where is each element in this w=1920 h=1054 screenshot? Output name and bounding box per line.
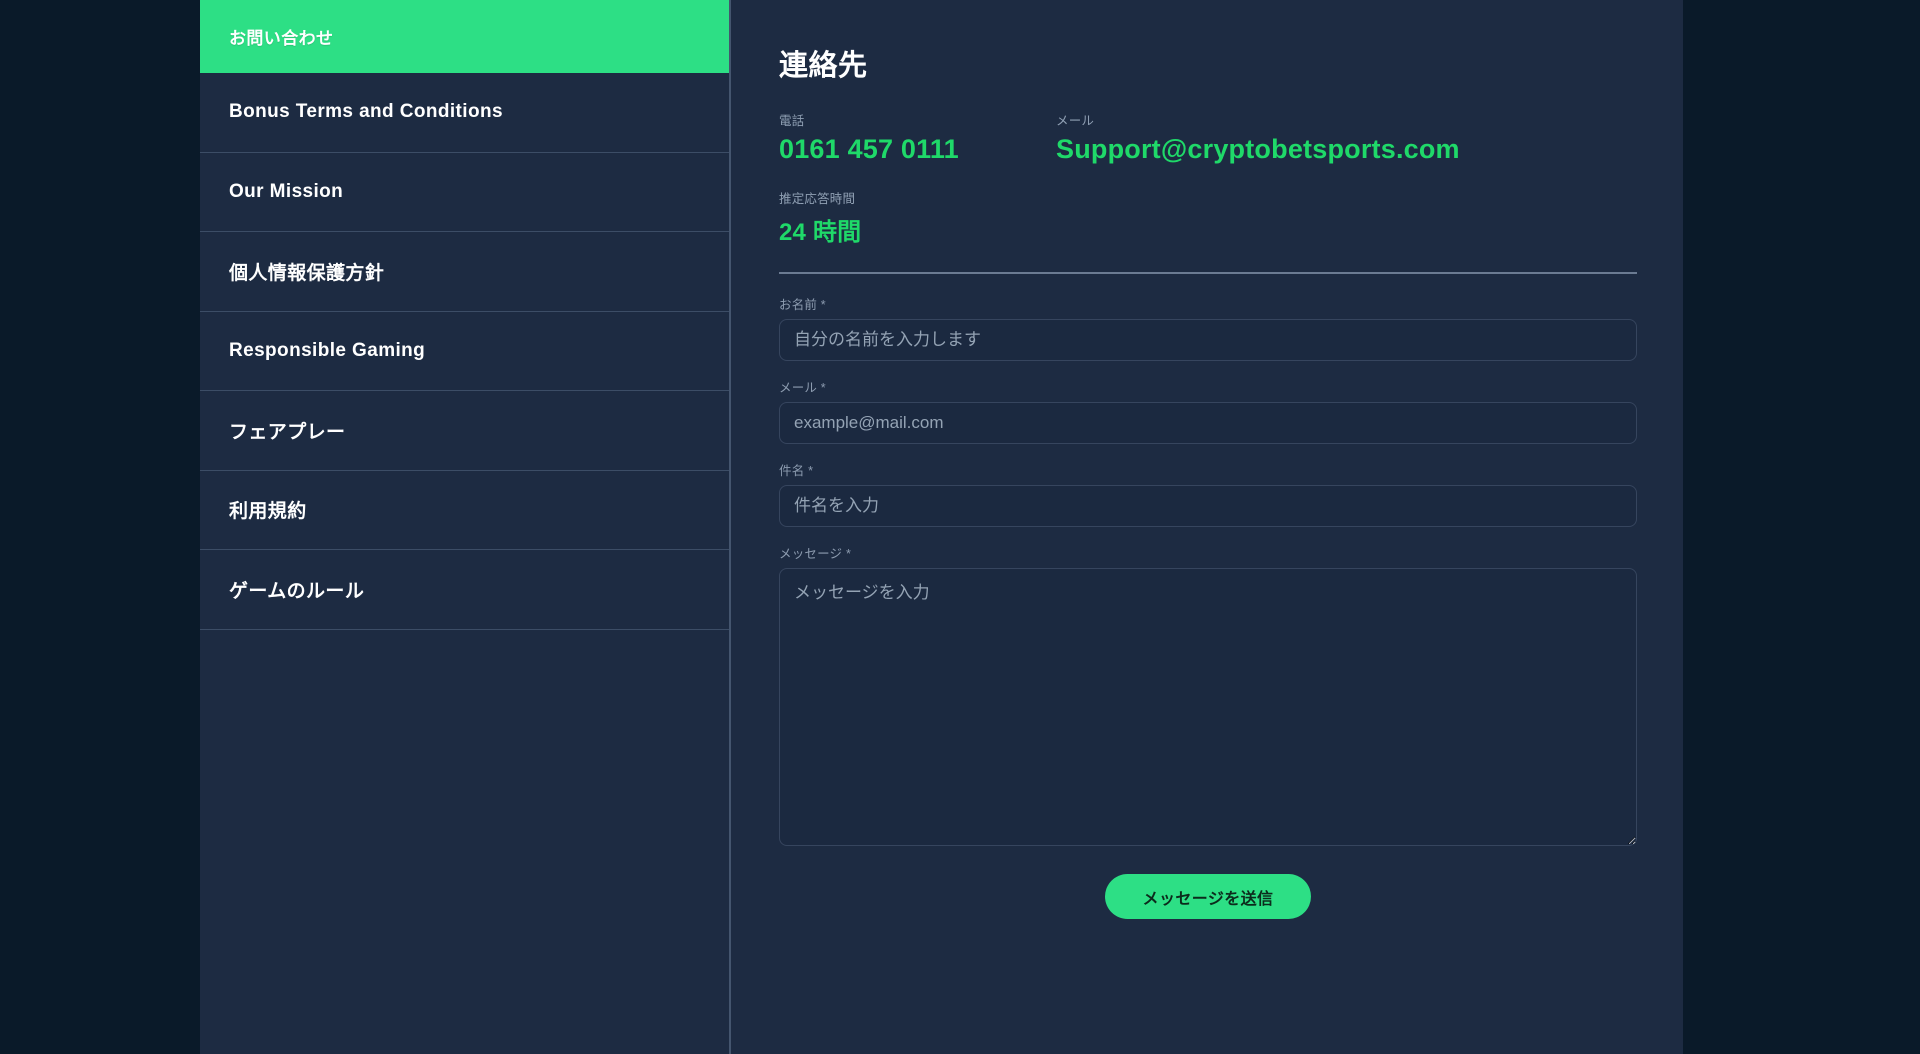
required-mark: *	[820, 298, 826, 312]
subject-input[interactable]	[779, 485, 1637, 527]
required-mark: *	[808, 464, 814, 478]
response-time-label: 推定応答時間	[779, 192, 856, 206]
message-label-text: メッセージ	[779, 547, 843, 561]
phone-value[interactable]: 0161 457 0111	[779, 134, 1056, 165]
name-input[interactable]	[779, 319, 1637, 361]
email-label: メール	[1056, 114, 1095, 128]
field-name: お名前 *	[779, 294, 1637, 361]
field-message: メッセージ *	[779, 543, 1637, 846]
subject-label-text: 件名	[779, 464, 805, 478]
sidebar-item-label: Bonus Terms and Conditions	[229, 101, 503, 123]
message-textarea[interactable]	[779, 568, 1637, 846]
sidebar-item-fair-play[interactable]: フェアプレー	[200, 391, 729, 471]
field-email: メール *	[779, 377, 1637, 444]
sidebar-item-responsible-gaming[interactable]: Responsible Gaming	[200, 311, 729, 391]
required-mark: *	[820, 381, 826, 395]
submit-row: メッセージを送信	[779, 874, 1637, 919]
sidebar-item-label: ゲームのルール	[229, 580, 365, 602]
contact-phone-block: 電話 0161 457 0111	[779, 114, 1056, 165]
sidebar-item-terms-of-use[interactable]: 利用規約	[200, 470, 729, 550]
email-input[interactable]	[779, 402, 1637, 444]
phone-label: 電話	[779, 114, 805, 128]
content-inner: 連絡先 電話 0161 457 0111 メール Support@cryptob…	[779, 0, 1637, 919]
main-content: 連絡先 電話 0161 457 0111 メール Support@cryptob…	[731, 0, 1683, 1054]
sidebar-item-label: フェアプレー	[229, 421, 346, 443]
page-title: 連絡先	[779, 50, 868, 82]
sidebar-item-bonus-terms[interactable]: Bonus Terms and Conditions	[200, 73, 729, 153]
sidebar-item-label: 利用規約	[229, 501, 307, 523]
contact-hours-block: 推定応答時間 24 時間	[779, 192, 1637, 247]
sidebar-nav: お問い合わせ Bonus Terms and Conditions Our Mi…	[200, 0, 731, 1054]
name-field-label: お名前 *	[779, 294, 1637, 313]
name-label-text: お名前	[779, 298, 818, 312]
email-label-text: メール	[779, 381, 818, 395]
sidebar-item-label: Our Mission	[229, 180, 344, 202]
sidebar-item-contact[interactable]: お問い合わせ	[200, 0, 729, 73]
sidebar-item-label: Responsible Gaming	[229, 339, 426, 361]
field-subject: 件名 *	[779, 460, 1637, 527]
sidebar-item-privacy-policy[interactable]: 個人情報保護方針	[200, 232, 729, 312]
sidebar-item-game-rules[interactable]: ゲームのルール	[200, 550, 729, 630]
sidebar-item-our-mission[interactable]: Our Mission	[200, 152, 729, 232]
sidebar-item-label: 個人情報保護方針	[229, 262, 385, 284]
contact-form: お名前 * メール * 件名 * メッセージ *	[779, 294, 1637, 919]
subject-field-label: 件名 *	[779, 460, 1637, 479]
contact-info: 電話 0161 457 0111 メール Support@cryptobetsp…	[779, 114, 1637, 247]
contact-email-block: メール Support@cryptobetsports.com	[1056, 114, 1637, 165]
section-divider	[779, 272, 1637, 274]
send-message-button[interactable]: メッセージを送信	[1104, 874, 1312, 919]
required-mark: *	[845, 547, 852, 561]
content-panel: お問い合わせ Bonus Terms and Conditions Our Mi…	[200, 0, 1683, 1054]
contact-row-primary: 電話 0161 457 0111 メール Support@cryptobetsp…	[779, 114, 1637, 165]
page-root: お問い合わせ Bonus Terms and Conditions Our Mi…	[0, 0, 1920, 1054]
sidebar-item-label: お問い合わせ	[229, 29, 334, 48]
email-field-label: メール *	[779, 377, 1637, 396]
response-time-value: 24 時間	[779, 219, 862, 246]
email-value[interactable]: Support@cryptobetsports.com	[1056, 134, 1637, 165]
message-field-label: メッセージ *	[779, 543, 1637, 562]
